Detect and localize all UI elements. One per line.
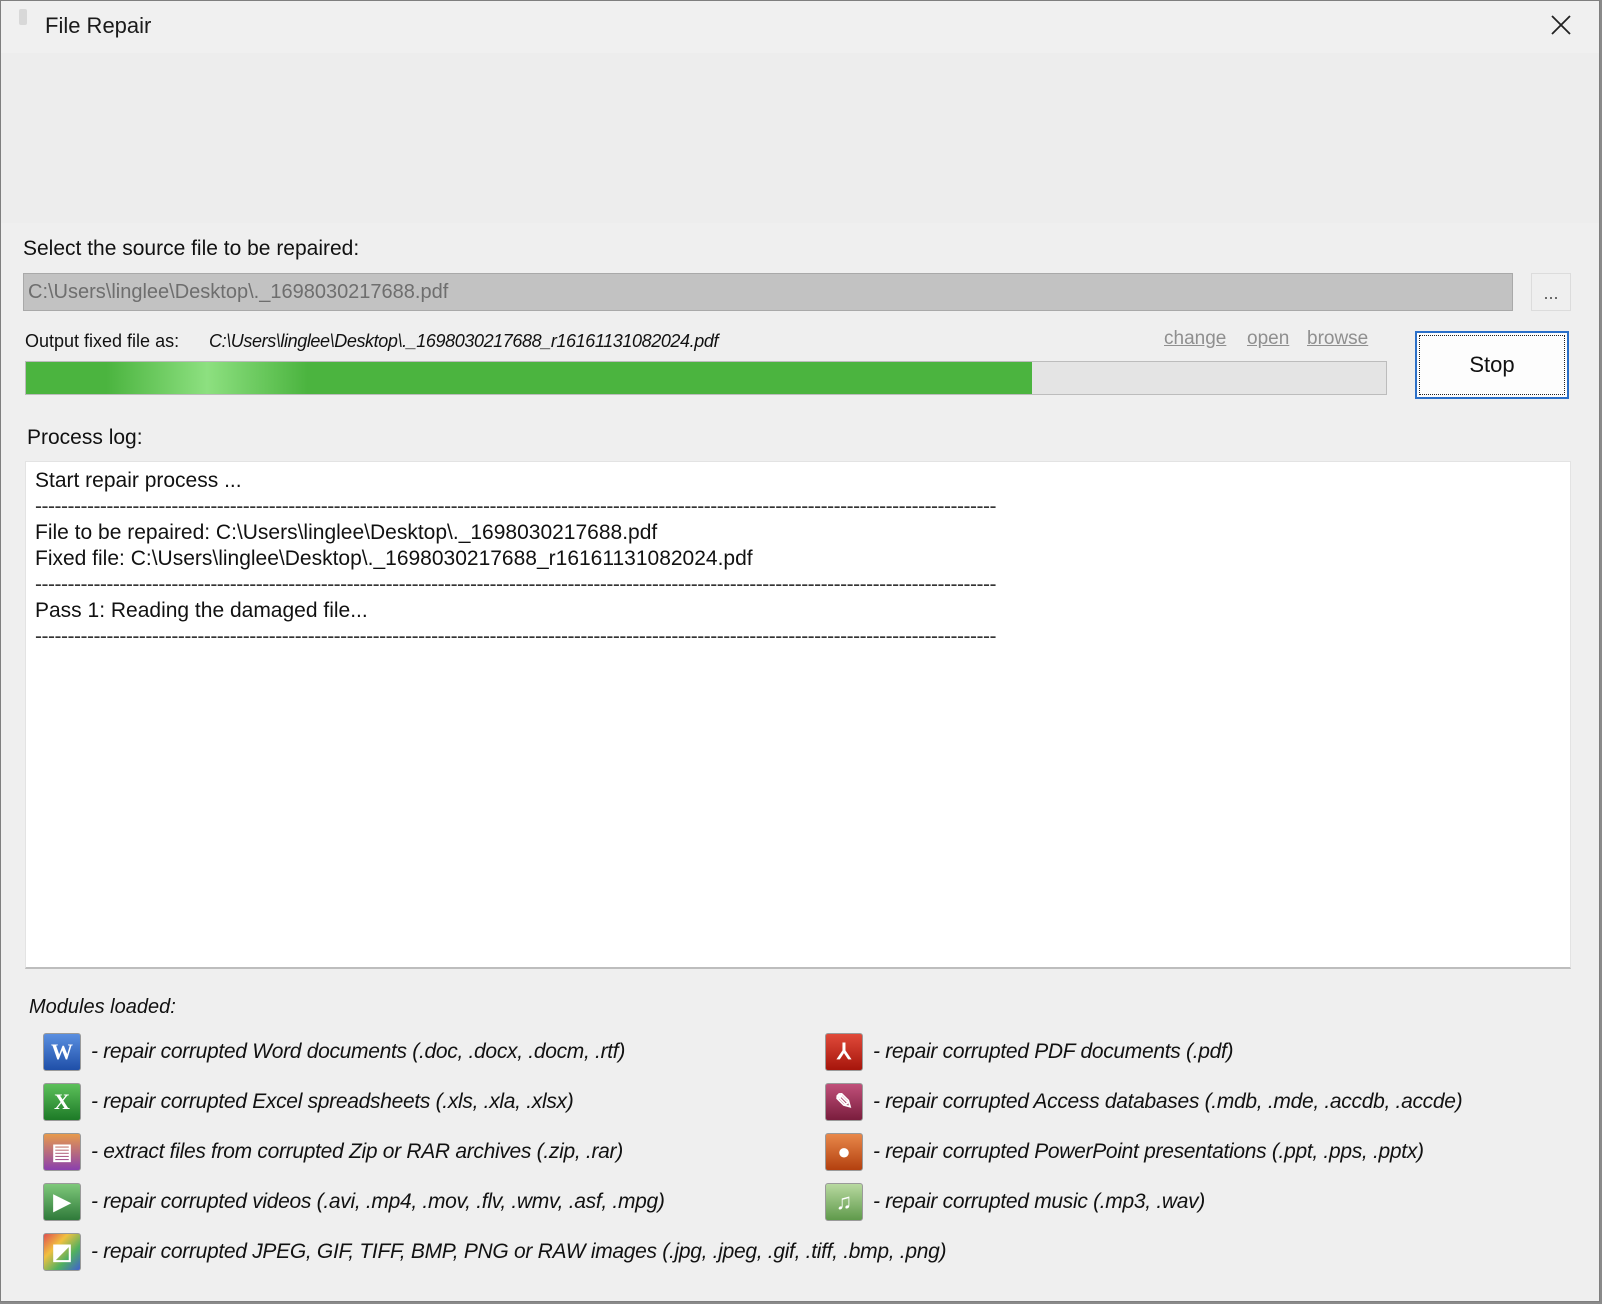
module-description: - repair corrupted music (.mp3, .wav) <box>873 1190 1205 1213</box>
music-icon: ♫ <box>825 1183 863 1221</box>
module-item: ✎ - repair corrupted Access databases (.m… <box>825 1081 1463 1123</box>
video-icon: ▶ <box>43 1183 81 1221</box>
log-line: Start repair process ... <box>35 469 242 492</box>
module-item: X - repair corrupted Excel spreadsheets (… <box>43 1081 574 1123</box>
modules-title: Modules loaded: <box>29 996 176 1018</box>
module-item: W - repair corrupted Word documents (.doc… <box>43 1031 625 1073</box>
close-button[interactable] <box>1539 7 1583 43</box>
app-icon <box>19 9 27 25</box>
output-file-label: Output fixed file as: <box>25 331 180 351</box>
module-description: - repair corrupted PDF documents (.pdf) <box>873 1040 1234 1063</box>
module-item: ♫ - repair corrupted music (.mp3, .wav) <box>825 1181 1205 1223</box>
module-item: ◩ - repair corrupted JPEG, GIF, TIFF, BMP… <box>43 1231 946 1273</box>
module-item: ▤ - extract files from corrupted Zip or R… <box>43 1131 623 1173</box>
archive-icon: ▤ <box>43 1133 81 1171</box>
log-line: ----------------------------------------… <box>35 495 997 518</box>
process-log-label: Process log: <box>27 426 143 449</box>
log-line: File to be repaired: C:\Users\linglee\De… <box>35 521 658 544</box>
open-link[interactable]: open <box>1247 328 1289 350</box>
powerpoint-icon: ● <box>825 1133 863 1171</box>
source-file-input[interactable] <box>23 273 1513 311</box>
module-description: - repair corrupted Word documents (.doc,… <box>91 1040 626 1063</box>
title-bar[interactable]: File Repair <box>1 1 1599 54</box>
access-icon: ✎ <box>825 1083 863 1121</box>
module-item: ● - repair corrupted PowerPoint presentat… <box>825 1131 1424 1173</box>
module-item: ▶ - repair corrupted videos (.avi, .mp4, … <box>43 1181 665 1223</box>
module-item: ⅄ - repair corrupted PDF documents (.pdf) <box>825 1031 1234 1073</box>
module-description: - repair corrupted Excel spreadsheets (.… <box>91 1090 574 1113</box>
module-description: - repair corrupted videos (.avi, .mp4, .… <box>91 1190 665 1213</box>
window-title: File Repair <box>45 13 152 38</box>
progress-fill <box>26 362 1033 394</box>
close-icon <box>1551 15 1571 35</box>
module-description: - repair corrupted Access databases (.md… <box>873 1090 1463 1113</box>
browse-link[interactable]: browse <box>1307 328 1368 350</box>
image-icon: ◩ <box>43 1233 81 1271</box>
repair-progress-bar <box>25 361 1387 395</box>
log-line: ----------------------------------------… <box>35 573 997 596</box>
source-browse-button[interactable]: ... <box>1531 273 1571 311</box>
file-repair-window: File Repair Select the source file to be… <box>0 0 1600 1302</box>
output-file-path: C:\Users\linglee\Desktop\._1698030217688… <box>209 331 719 351</box>
word-icon: W <box>43 1033 81 1071</box>
module-description: - repair corrupted PowerPoint presentati… <box>873 1140 1424 1163</box>
module-description: - extract files from corrupted Zip or RA… <box>91 1140 623 1163</box>
source-file-label: Select the source file to be repaired: <box>23 237 360 260</box>
stop-button[interactable]: Stop <box>1415 331 1569 399</box>
log-line: ----------------------------------------… <box>35 625 997 648</box>
excel-icon: X <box>43 1083 81 1121</box>
header-banner <box>1 53 1599 223</box>
change-link[interactable]: change <box>1164 328 1226 350</box>
log-line: Fixed file: C:\Users\linglee\Desktop\._1… <box>35 547 753 570</box>
module-description: - repair corrupted JPEG, GIF, TIFF, BMP,… <box>91 1240 947 1263</box>
pdf-icon: ⅄ <box>825 1033 863 1071</box>
process-log[interactable]: Start repair process ... ----------------… <box>25 461 1571 969</box>
log-line: Pass 1: Reading the damaged file... <box>35 599 368 622</box>
